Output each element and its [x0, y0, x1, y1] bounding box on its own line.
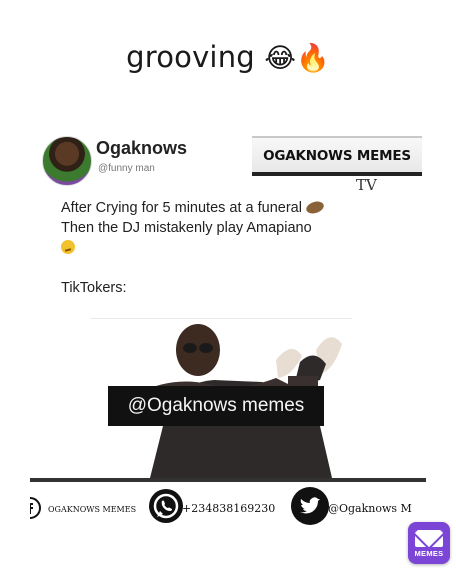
post-line: TikTokers:: [61, 280, 127, 296]
social-footer: OGAKNOWS MEMES +234838169230 @Ogaknows M: [30, 482, 426, 538]
brand-subtitle: TV: [356, 176, 377, 194]
brand-banner: OGAKNOWS MEMES: [252, 136, 422, 176]
twitter-handle: @Ogaknows M: [328, 502, 412, 515]
laugh-fire-emoji-icon: 😂🔥: [264, 43, 330, 74]
memes-app-badge[interactable]: MEMES: [408, 522, 450, 564]
facebook-label: OGAKNOWS MEMES: [48, 505, 137, 514]
caption-text: grooving: [126, 40, 255, 74]
meme-caption: grooving 😂🔥: [0, 40, 456, 74]
post-line: Then the DJ mistakenly play Amapiano: [61, 220, 312, 236]
potato-emoji-icon: [304, 199, 326, 216]
author-name: Ogaknows: [96, 138, 188, 158]
brand-title: OGAKNOWS MEMES: [263, 148, 411, 164]
twitter-icon: [291, 487, 329, 525]
avatar: [42, 136, 92, 186]
author-handle: @funny man: [98, 163, 155, 174]
envelope-icon: [415, 530, 443, 547]
divider: [90, 318, 352, 319]
smirk-emoji-icon: [61, 240, 75, 254]
meme-image: Ogaknows @funny man OGAKNOWS MEMES TV Af…: [30, 118, 426, 538]
facebook-icon: [30, 497, 41, 519]
watermark-text: @Ogaknows memes: [127, 395, 305, 416]
post-line: After Crying for 5 minutes at a funeral: [61, 198, 391, 218]
post-line: [61, 238, 391, 258]
watermark-banner: @Ogaknows memes: [108, 386, 324, 426]
whatsapp-icon: [149, 489, 183, 523]
post-text: After Crying for 5 minutes at a funeral …: [61, 198, 391, 298]
dancing-man-image: @Ogaknows memes: [30, 322, 426, 478]
whatsapp-number: +234838169230: [182, 502, 276, 515]
memes-badge-label: MEMES: [414, 549, 444, 558]
